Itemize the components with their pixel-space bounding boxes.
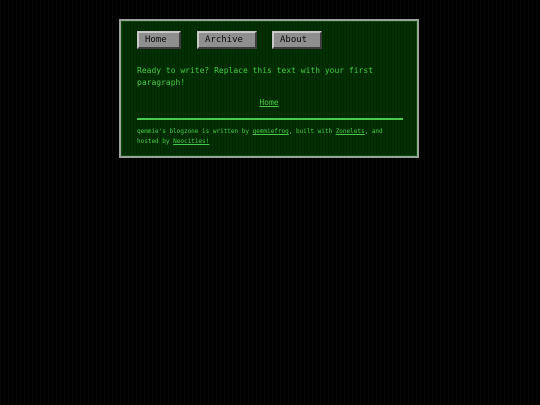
blog-panel: Home Archive About Ready to write? Repla… xyxy=(119,19,419,158)
footer: qemmie's blogzone is written by qemmiefr… xyxy=(137,127,407,147)
page: Home Archive About Ready to write? Repla… xyxy=(0,0,540,405)
nav-about-button[interactable]: About xyxy=(272,31,322,49)
footer-host-link[interactable]: Neocities! xyxy=(173,138,209,145)
footer-author-link[interactable]: qemmiefrog xyxy=(253,128,289,135)
footer-prefix: qemmie's blogzone is written by xyxy=(137,128,253,135)
nav-archive-button[interactable]: Archive xyxy=(197,31,257,49)
intro-paragraph: Ready to write? Replace this text with y… xyxy=(137,66,374,87)
divider xyxy=(137,118,403,120)
footer-mid-1: , built with xyxy=(288,128,336,135)
footer-builder-link[interactable]: Zonelets xyxy=(336,128,365,135)
home-link-container: Home xyxy=(121,98,417,108)
home-link[interactable]: Home xyxy=(259,98,278,107)
nav-home-button[interactable]: Home xyxy=(137,31,181,49)
